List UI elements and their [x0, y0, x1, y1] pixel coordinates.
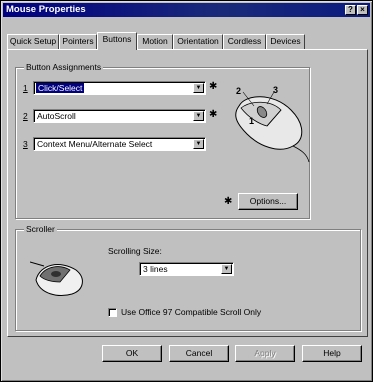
tab-cordless[interactable]: Cordless — [223, 34, 266, 49]
title-bar[interactable]: Mouse Properties ? × — [3, 3, 370, 17]
mouse-diagram: 2 3 1 — [235, 85, 310, 163]
help-button[interactable]: Help — [302, 345, 362, 362]
cancel-button[interactable]: Cancel — [169, 345, 229, 362]
apply-button[interactable]: Apply — [235, 345, 295, 362]
chevron-down-icon[interactable]: ▼ — [221, 264, 232, 274]
button-assignments-label: Button Assignments — [24, 62, 104, 72]
button-1-assignment-value: Click/Select — [36, 83, 85, 93]
diagram-label-3: 3 — [273, 85, 278, 95]
star-icon: ✱ — [209, 81, 218, 92]
scrolling-size-label: Scrolling Size: — [108, 246, 162, 256]
scroller-label: Scroller — [24, 224, 57, 234]
ok-button[interactable]: OK — [102, 345, 162, 362]
diagram-label-2: 2 — [236, 86, 241, 96]
window-title: Mouse Properties — [6, 4, 86, 15]
diagram-label-1: 1 — [249, 116, 254, 126]
button-1-number: 1 — [23, 83, 28, 93]
scroller-group: Scroller Scrolling Size: 3 lines ▼ Use O… — [15, 224, 361, 331]
chevron-down-icon[interactable]: ▼ — [193, 83, 204, 93]
mouse-properties-window: Mouse Properties ? × Quick Setup Pointer… — [0, 0, 373, 382]
scrolling-size-value: 3 lines — [143, 264, 168, 274]
options-button[interactable]: Options... — [238, 193, 298, 210]
button-2-assignment-value: AutoScroll — [37, 111, 76, 121]
button-3-number: 3 — [23, 139, 28, 149]
button-2-assignment-select[interactable]: AutoScroll ▼ — [33, 109, 206, 123]
tab-buttons[interactable]: Buttons — [97, 32, 137, 50]
button-assignments-group: Button Assignments 1 Click/Select ▼ ✱ 2 … — [15, 62, 310, 219]
scroller-mouse-icon — [30, 256, 86, 298]
button-3-assignment-value: Context Menu/Alternate Select — [37, 139, 153, 149]
star-icon: ✱ — [224, 196, 233, 207]
chevron-down-icon[interactable]: ▼ — [193, 139, 204, 149]
office97-scroll-label[interactable]: Use Office 97 Compatible Scroll Only — [121, 307, 261, 317]
chevron-down-icon[interactable]: ▼ — [193, 111, 204, 121]
office97-scroll-checkbox[interactable] — [108, 308, 117, 317]
tab-quick-setup[interactable]: Quick Setup — [7, 34, 59, 49]
tab-pointers[interactable]: Pointers — [59, 34, 97, 49]
tab-devices[interactable]: Devices — [266, 34, 305, 49]
button-1-assignment-select[interactable]: Click/Select ▼ — [33, 81, 206, 95]
tab-orientation[interactable]: Orientation — [173, 34, 223, 49]
button-3-assignment-select[interactable]: Context Menu/Alternate Select ▼ — [33, 137, 206, 151]
close-title-button[interactable]: × — [357, 5, 368, 15]
help-title-button[interactable]: ? — [345, 5, 356, 15]
scrolling-size-select[interactable]: 3 lines ▼ — [139, 262, 234, 276]
star-icon: ✱ — [209, 109, 218, 120]
button-2-number: 2 — [23, 111, 28, 121]
buttons-tab-panel: Button Assignments 1 Click/Select ▼ ✱ 2 … — [7, 49, 368, 337]
tab-motion[interactable]: Motion — [137, 34, 173, 49]
